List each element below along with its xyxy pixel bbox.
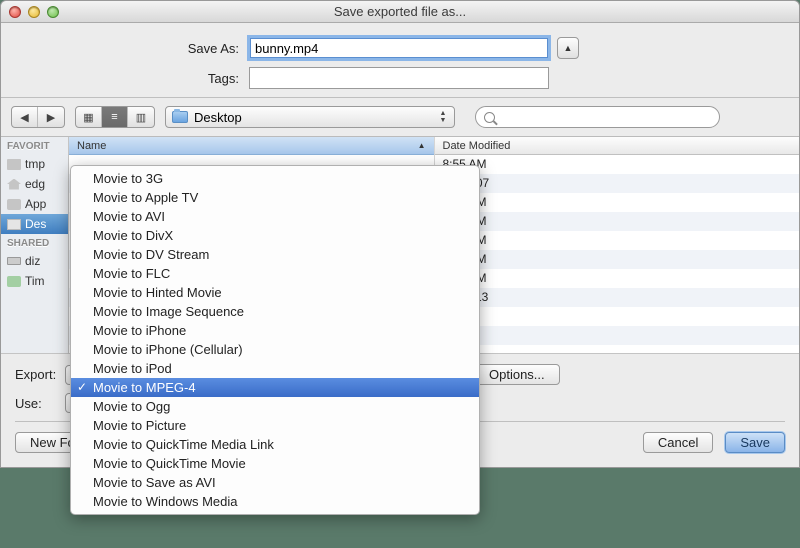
search-input[interactable] [475,106,720,128]
sidebar: FAVORIT tmp edg App Des SHARED diz Tim [1,137,69,353]
sort-asc-icon: ▲ [418,141,426,150]
forward-icon: ▶ [47,111,55,124]
sidebar-item-label: diz [25,254,40,268]
grid-icon: ▦ [83,111,93,124]
export-format-menu: Movie to 3GMovie to Apple TVMovie to AVI… [70,165,480,515]
chevron-updown-icon: ▲▼ [436,109,450,125]
back-button[interactable]: ◀ [12,107,38,127]
date-cell: 8:55 AM [435,155,800,174]
list-icon: ≡ [111,111,117,123]
date-cell: 12/11/13 [435,288,800,307]
titlebar[interactable]: Save exported file as... [1,1,799,23]
location-popup[interactable]: Desktop ▲▼ [165,106,455,128]
collapse-disclosure-button[interactable]: ▲ [557,37,579,59]
date-cell: 2/4/10 [435,307,800,326]
menu-item[interactable]: Movie to iPod [71,359,479,378]
window-title: Save exported file as... [1,4,799,19]
save-as-row: Save As: ▲ [1,37,799,59]
search-text[interactable] [499,110,711,125]
date-cell: 10/25/07 [435,174,800,193]
menu-item[interactable]: Movie to QuickTime Media Link [71,435,479,454]
date-column: Date Modified 8:55 AM10/25/078:59 AM9:02… [434,137,800,353]
date-cell: 9:02 AM [435,212,800,231]
icon-view-button[interactable]: ▦ [76,107,102,127]
menu-item[interactable]: Movie to Picture [71,416,479,435]
date-cell: 9:17 AM [435,269,800,288]
menu-item[interactable]: Movie to DV Stream [71,245,479,264]
time-icon [7,276,21,287]
menu-item[interactable]: Movie to MPEG-4 [71,378,479,397]
name-column-header[interactable]: Name ▲ [69,137,434,155]
desk-icon [7,219,21,230]
view-segment: ▦ ≡ ▥ [75,106,155,128]
tags-input[interactable] [249,67,549,89]
date-cell: 6:22 AM [435,250,800,269]
menu-item[interactable]: Movie to Hinted Movie [71,283,479,302]
folder-icon [172,111,188,123]
sidebar-item-tmp[interactable]: tmp [1,154,68,174]
menu-item[interactable]: Movie to DivX [71,226,479,245]
sidebar-item-label: tmp [25,157,45,171]
sidebar-item-edg[interactable]: edg [1,174,68,194]
menu-item[interactable]: Movie to FLC [71,264,479,283]
sidebar-item-diz[interactable]: diz [1,251,68,271]
disk-icon [7,257,21,265]
menu-item[interactable]: Movie to Apple TV [71,188,479,207]
menu-item[interactable]: Movie to Save as AVI [71,473,479,492]
date-cell: 8:59 AM [435,193,800,212]
sidebar-item-label: Tim [25,274,45,288]
filename-input[interactable] [249,37,549,59]
column-view-button[interactable]: ▥ [128,107,154,127]
browser-toolbar: ◀ ▶ ▦ ≡ ▥ Desktop ▲▼ [1,98,799,136]
menu-item[interactable]: Movie to Ogg [71,397,479,416]
sidebar-item-app[interactable]: App [1,194,68,214]
back-icon: ◀ [20,111,28,124]
menu-item[interactable]: Movie to AVI [71,207,479,226]
folder-icon [7,159,21,170]
location-label: Desktop [194,110,242,125]
columns-icon: ▥ [136,111,146,124]
menu-item[interactable]: Movie to iPhone [71,321,479,340]
menu-item[interactable]: Movie to Windows Media [71,492,479,511]
menu-item[interactable]: Movie to iPhone (Cellular) [71,340,479,359]
options-button[interactable]: Options... [474,364,560,385]
save-as-label: Save As: [1,41,249,56]
sidebar-item-label: Des [25,217,46,231]
menu-item[interactable]: Movie to 3G [71,169,479,188]
save-button[interactable]: Save [725,432,785,453]
menu-item[interactable]: Movie to Image Sequence [71,302,479,321]
cancel-button[interactable]: Cancel [643,432,713,453]
search-icon [484,112,495,123]
use-label: Use: [15,396,65,411]
date-cell [435,326,800,345]
sidebar-item-label: App [25,197,46,211]
sidebar-item-des[interactable]: Des [1,214,68,234]
tags-label: Tags: [1,71,249,86]
date-column-header[interactable]: Date Modified [435,137,800,155]
list-view-button[interactable]: ≡ [102,107,128,127]
date-cell: 9:07 AM [435,231,800,250]
home-icon [7,179,21,190]
shared-header: SHARED [1,234,68,251]
export-label: Export: [15,367,65,382]
sidebar-item-tim[interactable]: Tim [1,271,68,291]
favorites-header: FAVORIT [1,137,68,154]
sidebar-item-label: edg [25,177,45,191]
menu-item[interactable]: Movie to QuickTime Movie [71,454,479,473]
forward-button[interactable]: ▶ [38,107,64,127]
app-icon [7,199,21,210]
tags-row: Tags: [1,67,799,89]
nav-segment: ◀ ▶ [11,106,65,128]
